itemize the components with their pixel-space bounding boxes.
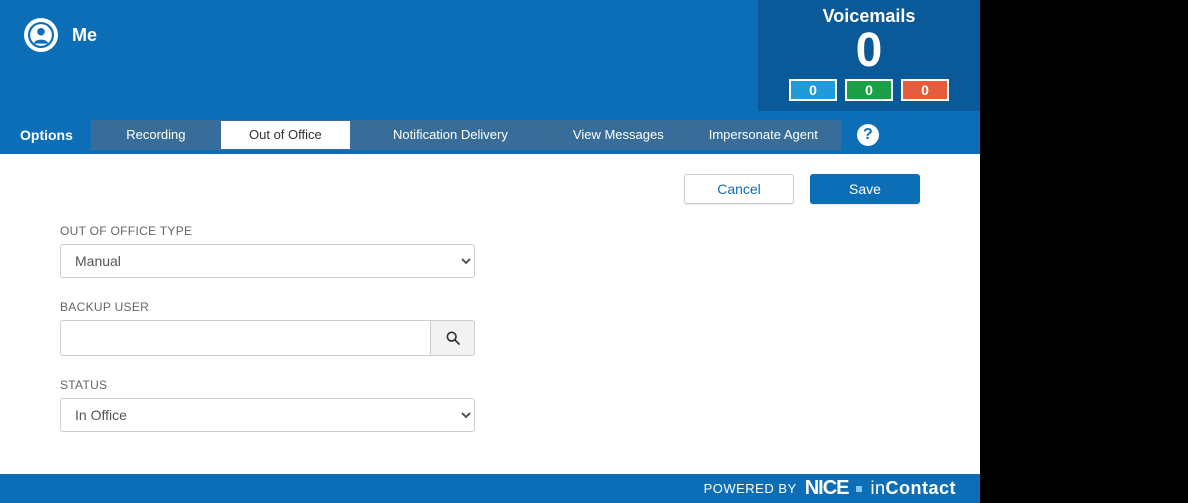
voicemails-panel: Voicemails 0 0 0 0 <box>758 0 980 111</box>
brand-nice: NICE <box>805 477 849 500</box>
tab-bar: Options Recording Out of Office Notifica… <box>0 116 980 155</box>
badge-red[interactable]: 0 <box>901 79 949 101</box>
voicemails-count: 0 <box>768 27 970 75</box>
tab-notification-delivery[interactable]: Notification Delivery <box>351 120 551 150</box>
brand-incontact: inContact <box>870 478 956 499</box>
options-label: Options <box>20 127 73 143</box>
backup-user-search-button[interactable] <box>431 320 475 356</box>
avatar[interactable] <box>24 18 58 52</box>
save-button[interactable]: Save <box>810 174 920 204</box>
header: Me Voicemails 0 0 0 0 <box>0 0 980 116</box>
search-icon <box>445 330 461 346</box>
user-label: Me <box>72 18 97 52</box>
tab-out-of-office[interactable]: Out of Office <box>221 120 351 150</box>
powered-by-text: POWERED BY <box>704 481 797 496</box>
backup-user-input[interactable] <box>60 320 431 356</box>
status-label: STATUS <box>60 378 475 392</box>
tab-view-messages[interactable]: View Messages <box>551 120 687 150</box>
backup-user-label: BACKUP USER <box>60 300 475 314</box>
help-icon[interactable]: ? <box>857 124 879 146</box>
brand-dot-icon <box>856 486 862 492</box>
ooo-type-label: OUT OF OFFICE TYPE <box>60 224 475 238</box>
tab-recording[interactable]: Recording <box>91 120 221 150</box>
tab-impersonate-agent[interactable]: Impersonate Agent <box>687 120 841 150</box>
voicemail-badges: 0 0 0 <box>768 79 970 101</box>
ooo-type-select[interactable]: Manual <box>60 244 475 278</box>
badge-blue[interactable]: 0 <box>789 79 837 101</box>
content: Cancel Save OUT OF OFFICE TYPE Manual BA… <box>0 154 980 474</box>
footer: POWERED BY NICE inContact <box>0 474 980 503</box>
status-select[interactable]: In Office <box>60 398 475 432</box>
badge-green[interactable]: 0 <box>845 79 893 101</box>
user-icon <box>28 22 54 48</box>
cancel-button[interactable]: Cancel <box>684 174 794 204</box>
